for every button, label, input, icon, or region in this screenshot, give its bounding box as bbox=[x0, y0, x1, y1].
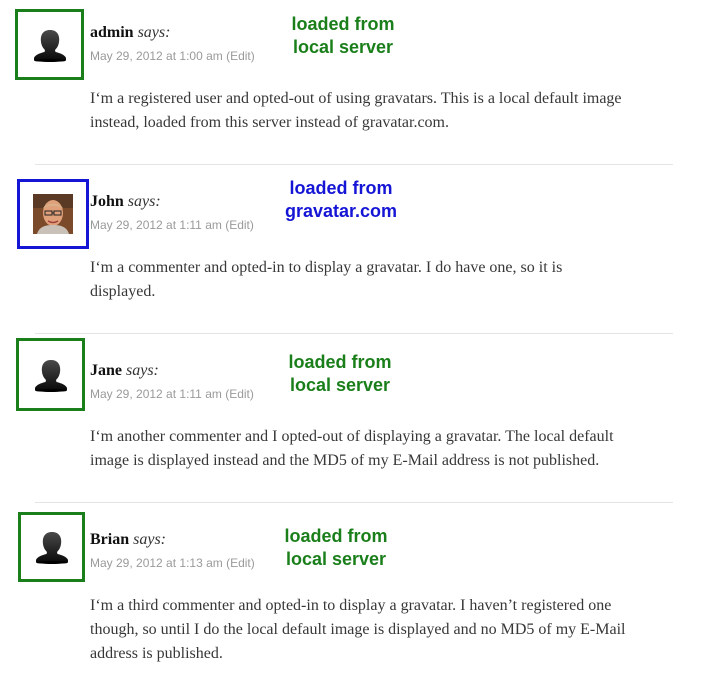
comment-body-line: I‘m another commenter and I opted-out of… bbox=[90, 428, 614, 445]
comment-body-line: I‘m a registered user and opted-out of u… bbox=[90, 90, 622, 107]
comment-date-link[interactable]: May 29, 2012 at 1:13 am bbox=[90, 556, 223, 570]
default-silhouette-icon bbox=[30, 25, 70, 65]
comment-brian: Brian says: May 29, 2012 at 1:13 am (Edi… bbox=[0, 507, 701, 676]
annotation-line: local server bbox=[285, 549, 387, 569]
default-silhouette-icon bbox=[31, 355, 71, 395]
comment-divider bbox=[35, 164, 673, 165]
comment-body: I‘m a third commenter and opted-in to di… bbox=[90, 594, 690, 666]
comment-body-line: instead, loaded from this server instead… bbox=[90, 114, 449, 131]
comment-body-line: image is displayed instead and the MD5 o… bbox=[90, 452, 600, 469]
edit-link[interactable]: (Edit) bbox=[225, 387, 254, 401]
comment-author: Brian says: bbox=[90, 531, 166, 549]
comment-meta: May 29, 2012 at 1:11 am (Edit) bbox=[90, 218, 254, 232]
comment-date-link[interactable]: May 29, 2012 at 1:11 am bbox=[90, 387, 222, 401]
comment-author: John says: bbox=[90, 193, 161, 211]
annotation-line: loaded from bbox=[291, 14, 395, 34]
says-label: says: bbox=[137, 24, 171, 41]
edit-link[interactable]: (Edit) bbox=[226, 556, 255, 570]
avatar-highlight-frame bbox=[15, 9, 84, 80]
comment-divider bbox=[35, 333, 673, 334]
comment-jane: Jane says: May 29, 2012 at 1:11 am (Edit… bbox=[0, 338, 701, 507]
comment-body-line: though, so until I do the local default … bbox=[90, 621, 626, 638]
comment-author: admin says: bbox=[90, 24, 170, 42]
annotation-note: loaded from local server bbox=[265, 351, 415, 397]
comment-meta: May 29, 2012 at 1:11 am (Edit) bbox=[90, 387, 254, 401]
says-label: says: bbox=[126, 362, 159, 379]
avatar-highlight-frame bbox=[18, 512, 85, 582]
annotation-line: loaded from bbox=[284, 526, 388, 546]
comment-body-line: displayed. bbox=[90, 283, 156, 300]
comment-body-line: I‘m a commenter and opted-in to display … bbox=[90, 259, 563, 276]
annotation-line: local server bbox=[292, 37, 394, 57]
comment-body-line: address is published. bbox=[90, 645, 223, 662]
comment-admin: admin says: May 29, 2012 at 1:00 am (Edi… bbox=[0, 0, 701, 169]
comment-body: I‘m a registered user and opted-out of u… bbox=[90, 87, 690, 135]
annotation-line: loaded from bbox=[288, 352, 392, 372]
says-label: says: bbox=[127, 193, 161, 210]
says-label: says: bbox=[133, 531, 167, 548]
annotation-line: loaded from bbox=[289, 178, 393, 198]
comment-date-link[interactable]: May 29, 2012 at 1:00 am bbox=[90, 49, 223, 63]
author-name: John bbox=[90, 193, 124, 210]
author-name: admin bbox=[90, 24, 134, 41]
comment-john: John says: May 29, 2012 at 1:11 am (Edit… bbox=[0, 169, 701, 338]
author-name: Jane bbox=[90, 362, 122, 379]
comment-divider bbox=[35, 502, 673, 503]
annotation-note: loaded from local server bbox=[268, 13, 418, 59]
edit-link[interactable]: (Edit) bbox=[226, 49, 255, 63]
comment-author: Jane says: bbox=[90, 362, 159, 380]
annotation-note: loaded from local server bbox=[261, 525, 411, 571]
comment-meta: May 29, 2012 at 1:13 am (Edit) bbox=[90, 556, 255, 570]
avatar-highlight-frame bbox=[16, 338, 85, 411]
gravatar-photo bbox=[33, 194, 73, 234]
comment-body-line: I‘m a third commenter and opted-in to di… bbox=[90, 597, 612, 614]
avatar-highlight-frame bbox=[17, 179, 89, 249]
edit-link[interactable]: (Edit) bbox=[225, 218, 254, 232]
comment-body: I‘m a commenter and opted-in to display … bbox=[90, 256, 690, 304]
annotation-note: loaded from gravatar.com bbox=[266, 177, 416, 223]
comment-date-link[interactable]: May 29, 2012 at 1:11 am bbox=[90, 218, 222, 232]
author-name: Brian bbox=[90, 531, 130, 548]
annotation-line: gravatar.com bbox=[284, 201, 398, 221]
comment-body: I‘m another commenter and I opted-out of… bbox=[90, 425, 690, 473]
default-silhouette-icon bbox=[32, 527, 72, 567]
comment-meta: May 29, 2012 at 1:00 am (Edit) bbox=[90, 49, 255, 63]
annotation-line: local server bbox=[289, 375, 391, 395]
